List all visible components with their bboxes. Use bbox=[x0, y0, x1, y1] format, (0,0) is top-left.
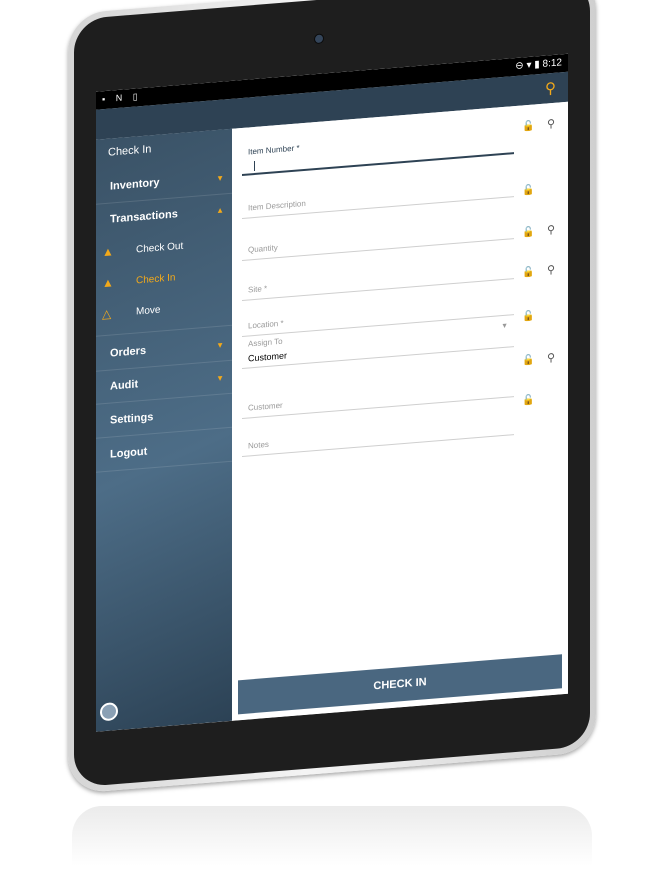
search-icon[interactable]: ⚲ bbox=[547, 117, 555, 131]
notes-label: Notes bbox=[248, 439, 269, 451]
item-number-field[interactable]: Item Number * bbox=[242, 124, 514, 177]
dolly-icon: △ bbox=[102, 306, 112, 322]
lock-icon[interactable]: 🔓 bbox=[522, 226, 534, 238]
front-camera bbox=[314, 33, 324, 45]
lock-icon[interactable]: 🔓 bbox=[522, 394, 534, 406]
dropdown-arrow-icon: ▼ bbox=[501, 322, 508, 331]
basket-icon: ▲ bbox=[102, 244, 114, 260]
location-label: Location * bbox=[248, 318, 284, 331]
tablet-frame: ▪ N ▯ ⊖ ▾ ▮ 8:12 ⚲ Check In Inventory ▼ … bbox=[68, 0, 596, 795]
lock-icon[interactable]: 🔓 bbox=[522, 184, 534, 196]
sub-item-label: Move bbox=[136, 304, 161, 318]
system-icons: ⊖ ▾ ▮ bbox=[515, 59, 540, 73]
chevron-down-icon: ▼ bbox=[216, 173, 224, 184]
check-in-form: Item Number * 🔓 ⚲ Item Description 🔓 Qua… bbox=[232, 101, 568, 721]
customer-label: Customer bbox=[248, 400, 283, 413]
lock-icon[interactable]: 🔓 bbox=[522, 354, 534, 366]
menu-item-label: Logout bbox=[110, 445, 148, 461]
tablet-bezel: ▪ N ▯ ⊖ ▾ ▮ 8:12 ⚲ Check In Inventory ▼ … bbox=[74, 0, 590, 788]
item-description-label: Item Description bbox=[248, 198, 306, 213]
search-icon[interactable]: ⚲ bbox=[547, 351, 555, 365]
check-in-button[interactable]: CHECK IN bbox=[238, 654, 562, 715]
chevron-up-icon: ▲ bbox=[216, 205, 224, 216]
quantity-label: Quantity bbox=[248, 243, 278, 255]
drawer-title: Check In bbox=[108, 143, 152, 159]
lock-icon[interactable]: 🔓 bbox=[522, 266, 534, 278]
sub-item-label: Check In bbox=[136, 272, 176, 287]
profile-icon[interactable] bbox=[100, 701, 118, 722]
chevron-down-icon: ▼ bbox=[216, 373, 224, 384]
basket-icon: ▲ bbox=[102, 275, 114, 291]
navigation-drawer: Check In Inventory ▼ Transactions ▲ ▲ Ch… bbox=[96, 128, 232, 732]
assign-to-label: Assign To bbox=[248, 336, 283, 349]
search-icon[interactable]: ⚲ bbox=[547, 223, 555, 237]
item-number-label: Item Number * bbox=[248, 143, 300, 157]
site-label: Site * bbox=[248, 283, 268, 295]
search-icon[interactable]: ⚲ bbox=[545, 79, 556, 98]
menu-item-label: Settings bbox=[110, 411, 154, 427]
notification-icons: ▪ N ▯ bbox=[102, 91, 142, 105]
text-cursor bbox=[254, 160, 255, 172]
status-right: ⊖ ▾ ▮ 8:12 bbox=[515, 57, 562, 72]
clock: 8:12 bbox=[542, 57, 562, 70]
item-description-field[interactable]: Item Description bbox=[242, 168, 514, 220]
lock-icon[interactable]: 🔓 bbox=[522, 120, 534, 132]
search-icon[interactable]: ⚲ bbox=[547, 263, 555, 277]
menu-item-label: Audit bbox=[110, 378, 139, 393]
lock-icon[interactable]: 🔓 bbox=[522, 310, 534, 322]
tablet-reflection bbox=[72, 806, 592, 866]
chevron-down-icon: ▼ bbox=[216, 340, 224, 351]
sub-item-label: Check Out bbox=[136, 240, 184, 256]
menu-item-label: Inventory bbox=[110, 176, 160, 193]
device-screen: ▪ N ▯ ⊖ ▾ ▮ 8:12 ⚲ Check In Inventory ▼ … bbox=[96, 53, 568, 732]
menu-item-label: Transactions bbox=[110, 208, 178, 226]
assign-to-value: Customer bbox=[248, 350, 288, 364]
menu-item-label: Orders bbox=[110, 344, 147, 360]
